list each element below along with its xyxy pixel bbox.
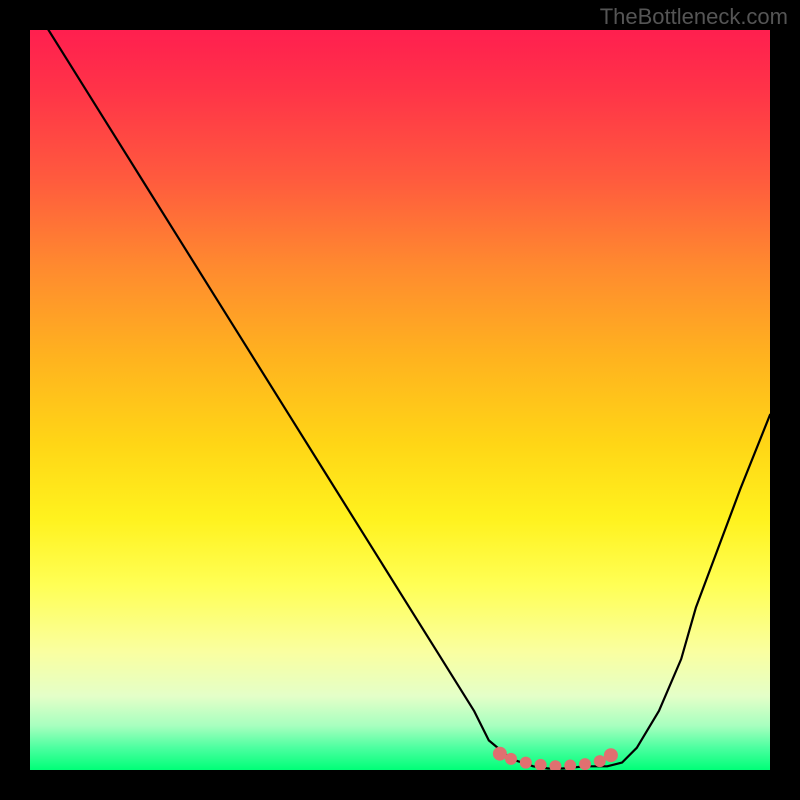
optimal-marker-dot (604, 748, 618, 762)
optimal-marker-dot (594, 755, 606, 767)
optimal-marker-dot (535, 759, 547, 770)
chart-svg (30, 30, 770, 770)
optimal-marker-dot (505, 753, 517, 765)
optimal-range-markers (493, 747, 618, 770)
optimal-marker-dot (520, 757, 532, 769)
watermark-text: TheBottleneck.com (600, 4, 788, 30)
optimal-marker-dot (564, 760, 576, 770)
bottleneck-curve-line (30, 30, 770, 769)
optimal-marker-dot (579, 758, 591, 770)
optimal-marker-dot (549, 760, 561, 770)
optimal-marker-dot (493, 747, 507, 761)
chart-plot-area (30, 30, 770, 770)
